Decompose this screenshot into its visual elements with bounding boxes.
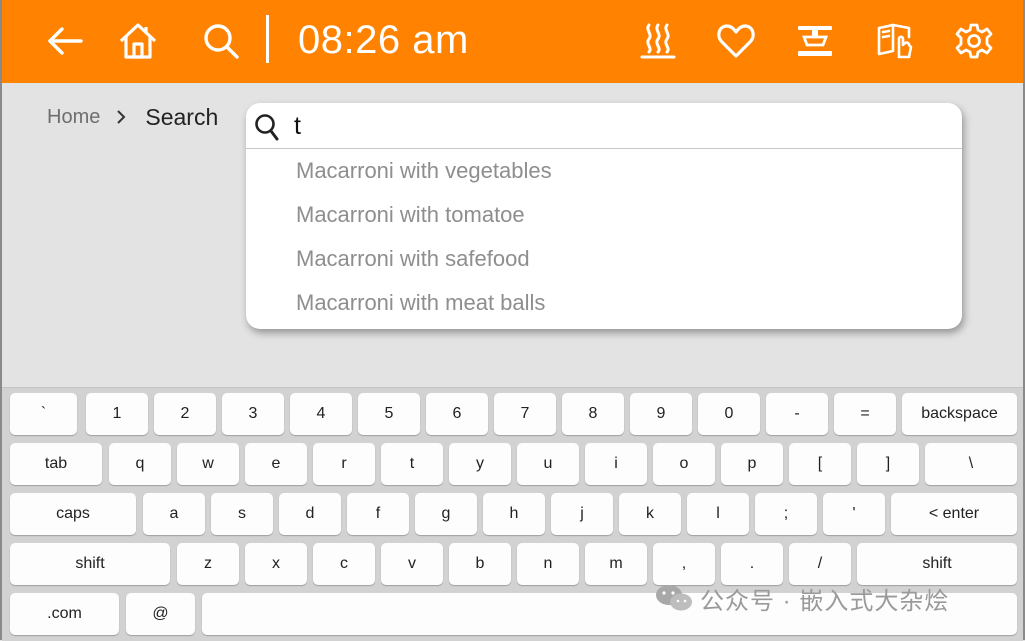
key-close-bracket[interactable]: ] — [857, 443, 919, 485]
key-p[interactable]: p — [721, 443, 783, 485]
key-6[interactable]: 6 — [426, 393, 488, 435]
key-equals[interactable]: = — [834, 393, 896, 435]
key-z[interactable]: z — [177, 543, 239, 585]
key-v[interactable]: v — [381, 543, 443, 585]
key-shift-left[interactable]: shift — [10, 543, 170, 585]
clock-time: 08:26 am — [298, 18, 469, 62]
key-at[interactable]: @ — [126, 593, 195, 635]
key-k[interactable]: k — [619, 493, 681, 535]
suggestion-item[interactable]: Macarroni with meat balls — [246, 281, 962, 325]
breadcrumb: Home Search — [47, 100, 218, 134]
key-semicolon[interactable]: ; — [755, 493, 817, 535]
back-arrow-icon[interactable] — [42, 18, 88, 64]
search-field-icon — [255, 114, 279, 141]
key-3[interactable]: 3 — [222, 393, 284, 435]
suggestion-item[interactable]: Macarroni with safefood — [246, 237, 962, 281]
key-4[interactable]: 4 — [290, 393, 352, 435]
key-x[interactable]: x — [245, 543, 307, 585]
suggestion-item[interactable]: Macarroni with tomatoe — [246, 193, 962, 237]
wechat-icon — [656, 585, 692, 611]
key-h[interactable]: h — [483, 493, 545, 535]
key-open-bracket[interactable]: [ — [789, 443, 851, 485]
key-q[interactable]: q — [109, 443, 171, 485]
key-c[interactable]: c — [313, 543, 375, 585]
scale-icon[interactable] — [792, 18, 838, 64]
key-comma[interactable]: , — [653, 543, 715, 585]
key-r[interactable]: r — [313, 443, 375, 485]
key-a[interactable]: a — [143, 493, 205, 535]
key-slash[interactable]: / — [789, 543, 851, 585]
suggestion-item[interactable]: Macarroni with vegetables — [246, 149, 962, 193]
key-d[interactable]: d — [279, 493, 341, 535]
key-g[interactable]: g — [415, 493, 477, 535]
key-j[interactable]: j — [551, 493, 613, 535]
topbar-separator — [266, 15, 269, 63]
key-b[interactable]: b — [449, 543, 511, 585]
key-dotcom[interactable]: .com — [10, 593, 119, 635]
key-minus[interactable]: - — [766, 393, 828, 435]
key-backtick[interactable]: ` — [10, 393, 77, 435]
key-9[interactable]: 9 — [630, 393, 692, 435]
manual-book-icon[interactable] — [872, 18, 918, 64]
app-screen: 08:26 am Home Search t Macarroni with ve… — [0, 0, 1025, 641]
suggestion-list: Macarroni with vegetables Macarroni with… — [246, 149, 962, 325]
key-t[interactable]: t — [381, 443, 443, 485]
top-bar: 08:26 am — [2, 0, 1023, 83]
key-tab[interactable]: tab — [10, 443, 102, 485]
watermark: 公众号 · 嵌入式大杂烩 — [654, 580, 949, 616]
key-s[interactable]: s — [211, 493, 273, 535]
search-input[interactable] — [294, 106, 934, 146]
key-m[interactable]: m — [585, 543, 647, 585]
key-backspace[interactable]: backspace — [902, 393, 1017, 435]
steam-heat-icon[interactable] — [635, 18, 681, 64]
key-u[interactable]: u — [517, 443, 579, 485]
key-quote[interactable]: ' — [823, 493, 885, 535]
key-f[interactable]: f — [347, 493, 409, 535]
heart-icon[interactable] — [713, 18, 759, 64]
key-w[interactable]: w — [177, 443, 239, 485]
key-y[interactable]: y — [449, 443, 511, 485]
breadcrumb-home-link[interactable]: Home — [47, 106, 100, 129]
key-8[interactable]: 8 — [562, 393, 624, 435]
key-2[interactable]: 2 — [154, 393, 216, 435]
key-o[interactable]: o — [653, 443, 715, 485]
key-period[interactable]: . — [721, 543, 783, 585]
key-5[interactable]: 5 — [358, 393, 420, 435]
search-bar — [246, 103, 962, 149]
key-caps[interactable]: caps — [10, 493, 136, 535]
key-1[interactable]: 1 — [86, 393, 148, 435]
key-0[interactable]: 0 — [698, 393, 760, 435]
chevron-right-icon — [117, 110, 126, 124]
search-panel: Macarroni with vegetables Macarroni with… — [246, 103, 962, 329]
home-icon[interactable] — [115, 18, 161, 64]
key-n[interactable]: n — [517, 543, 579, 585]
search-icon[interactable] — [198, 18, 244, 64]
key-i[interactable]: i — [585, 443, 647, 485]
watermark-text: 公众号 · 嵌入式大杂烩 — [700, 587, 950, 615]
key-backslash[interactable]: \ — [925, 443, 1017, 485]
key-7[interactable]: 7 — [494, 393, 556, 435]
screen-edge-left — [0, 0, 2, 640]
gear-icon[interactable] — [951, 18, 997, 64]
key-e[interactable]: e — [245, 443, 307, 485]
breadcrumb-current: Search — [145, 103, 219, 130]
key-l[interactable]: l — [687, 493, 749, 535]
key-shift-right[interactable]: shift — [857, 543, 1017, 585]
key-enter[interactable]: < enter — [891, 493, 1017, 535]
